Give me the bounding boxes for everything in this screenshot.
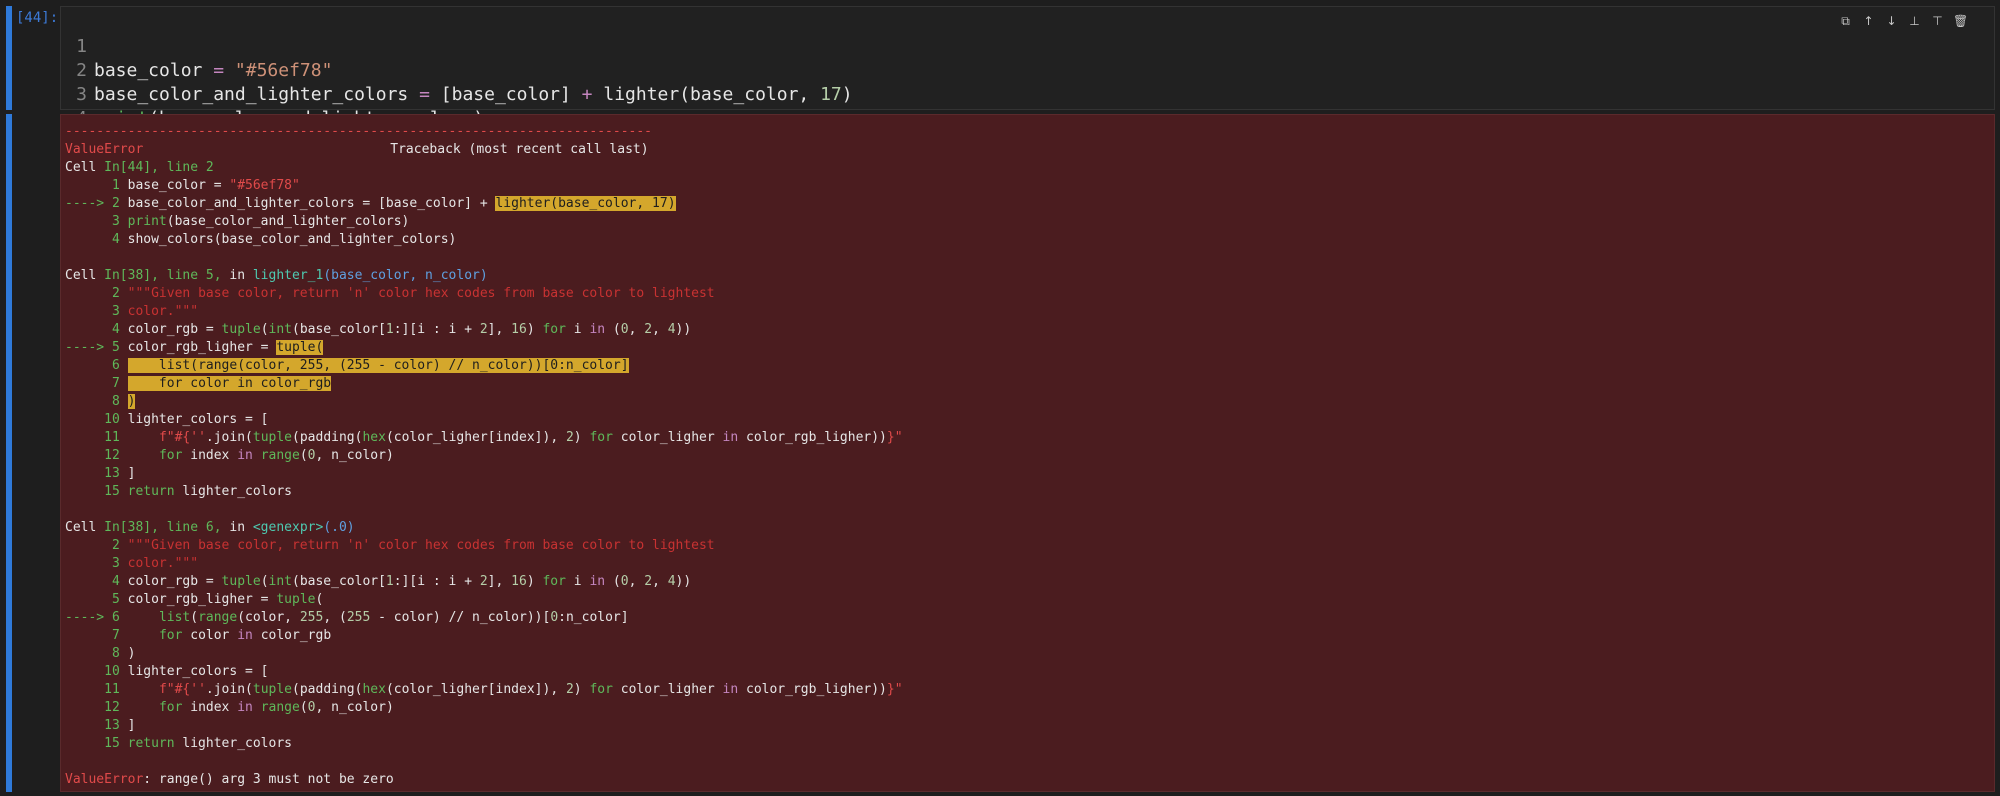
frame-header: Cell In[38], line 6, in <genexpr>(.0) [65,520,355,535]
cell-toolbar: ⧉ ↑ ↓ ⊥ ⊤ 🗑 [1838,13,1968,29]
code-text[interactable]: base_color = "#56ef78" [94,59,332,83]
code-line-1: 1 base_color = "#56ef78" [61,11,332,81]
arrow-down-icon[interactable]: ↓ [1884,13,1899,29]
frame-line: 13 ] [65,466,136,481]
frame-line: 15 return lighter_colors [65,484,292,499]
frame-line: 10 lighter_colors = [ [65,664,269,679]
traceback-title: Traceback (most recent call last) [390,142,649,157]
frame-line: 5 color_rgb_ligher = tuple( [65,592,324,607]
frame-line: 3 color.""" [65,304,199,319]
frame-header: Cell In[38], line 5, in lighter_1(base_c… [65,268,488,283]
frame-line: 12 for index in range(0, n_color) [65,448,394,463]
frame-line: 6 list(range(color, 255, (255 - color) /… [65,358,629,373]
execution-count: [44]: [16,10,59,26]
frame-line: 3 print(base_color_and_lighter_colors) [65,214,410,229]
frame-line: 1 base_color = "#56ef78" [65,178,300,193]
frame-line: 3 color.""" [65,556,199,571]
code-line-4: 4 show_colors(base_color_and_lighter_col… [61,83,549,153]
input-cell-indicator[interactable] [6,6,12,110]
frame-line: 7 for color in color_rgb [65,376,332,391]
traceback-header-line: ValueError Traceback (most recent call la… [65,141,649,159]
frame-line: 2 """Given base color, return 'n' color … [65,286,715,301]
code-editor[interactable]: 1 base_color = "#56ef78" 2 base_color_an… [60,6,1995,153]
frame-line: 4 show_colors(base_color_and_lighter_col… [65,232,457,247]
traceback-dashes: ----------------------------------------… [65,124,652,139]
frame-line: 8 ) [65,646,136,661]
code-line-2: 2 base_color_and_lighter_colors = [base_… [61,35,852,105]
frame-line-current: ----> 5 color_rgb_ligher = tuple( [65,340,324,355]
frame-line: 2 """Given base color, return 'n' color … [65,538,715,553]
frame-line: 8 ) [65,394,136,409]
frame-line: 4 color_rgb = tuple(int(base_color[1:][i… [65,322,692,337]
code-text[interactable]: base_color_and_lighter_colors = [base_co… [94,83,853,107]
frame-line: 11 f"#{''.join(tuple(padding(hex(color_l… [65,430,903,445]
frame-line-current: ----> 6 list(range(color, 255, (255 - co… [65,610,629,625]
frame-line: 10 lighter_colors = [ [65,412,269,427]
frame-line-current: ----> 2 base_color_and_lighter_colors = … [65,196,676,211]
error-name: ValueError [65,142,144,157]
error-output: ----------------------------------------… [60,114,1995,792]
frame-header: Cell In[44], line 2 [65,160,214,175]
frame-line: 15 return lighter_colors [65,736,292,751]
error-message: ValueError: range() arg 3 must not be ze… [65,772,394,787]
frame-line: 13 ] [65,718,136,733]
frame-line: 4 color_rgb = tuple(int(base_color[1:][i… [65,574,692,589]
split-icon[interactable]: ⊥ [1907,13,1922,29]
code-line-3: 3 print(base_color_and_lighter_colors) [61,59,484,129]
output-cell-indicator[interactable] [6,114,12,792]
frame-line: 7 for color in color_rgb [65,628,332,643]
trash-icon[interactable]: 🗑 [1953,13,1968,29]
frame-line: 12 for index in range(0, n_color) [65,700,394,715]
copy-icon[interactable]: ⧉ [1838,13,1853,29]
arrow-up-icon[interactable]: ↑ [1861,13,1876,29]
frame-line: 11 f"#{''.join(tuple(padding(hex(color_l… [65,682,903,697]
insert-icon[interactable]: ⊤ [1930,13,1945,29]
